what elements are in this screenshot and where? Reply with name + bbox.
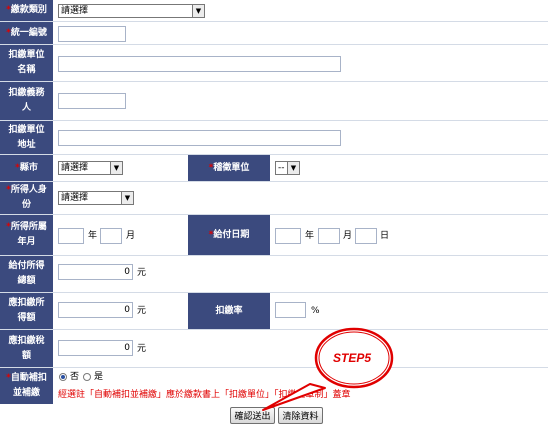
chevron-down-icon: ▼ (192, 5, 204, 17)
row-payment-type: * 繳款類別 請選擇 ▼ (0, 0, 548, 22)
row-withholding-income: 應扣繳所得額 0 元 扣繳率 % (0, 293, 548, 330)
withholder-name-input[interactable] (58, 56, 341, 72)
withholding-tax-label: 應扣繳稅額 (0, 330, 53, 367)
payment-year-unit: 年 (305, 231, 315, 241)
auto-supplement-label: *自動補扣並補繳 (0, 368, 53, 404)
auto-supplement-no-label: 否 (70, 372, 80, 382)
withholder-name-label: 扣繳單位名稱 (0, 45, 53, 81)
city-select[interactable]: 請選擇 ▼ (58, 161, 123, 175)
payment-type-label: * 繳款類別 (0, 0, 53, 21)
withholding-tax-unit: 元 (137, 344, 147, 354)
payment-type-select[interactable]: 請選擇 ▼ (58, 4, 205, 18)
total-income-unit: 元 (137, 268, 147, 278)
income-month-input[interactable] (100, 228, 122, 244)
income-period-label: *所得所屬年月 (0, 215, 53, 255)
auto-supplement-no-radio[interactable] (59, 373, 67, 381)
total-income-input[interactable]: 0 (58, 264, 133, 280)
withholding-rate-input[interactable] (275, 302, 306, 318)
total-income-label: 給付所得總額 (0, 256, 53, 292)
row-income-period: *所得所屬年月 年 月 * 給付日期 年 月 日 (0, 215, 548, 256)
income-identity-label: *所得人身份 (0, 182, 53, 214)
payment-month-unit: 月 (343, 231, 353, 241)
auto-supplement-yes-radio[interactable] (83, 373, 91, 381)
tax-office-select[interactable]: -- ▼ (275, 161, 300, 175)
row-withholder-person: 扣繳義務人 (0, 82, 548, 121)
row-withholder-name: 扣繳單位名稱 (0, 45, 548, 82)
income-identity-select[interactable]: 請選擇 ▼ (58, 191, 134, 205)
row-city: * 縣市 請選擇 ▼ * 稽徵單位 -- ▼ (0, 155, 548, 182)
tax-office-label: * 稽徵單位 (188, 155, 270, 181)
withholder-address-input[interactable] (58, 130, 341, 146)
withholder-address-label: 扣繳單位地址 (0, 121, 53, 154)
withholder-person-input[interactable] (58, 93, 126, 109)
payment-year-input[interactable] (275, 228, 301, 244)
city-label: * 縣市 (0, 155, 53, 181)
auto-supplement-note: 經選註「自動補扣並補繳」應於繳款書上「扣繳單位」「扣繳查章制」蓋章 (58, 390, 351, 400)
clear-button[interactable]: 清除資料 (278, 407, 323, 424)
income-year-unit: 年 (88, 231, 98, 241)
tax-id-input[interactable] (58, 26, 126, 42)
auto-supplement-yes-label: 是 (94, 372, 104, 382)
income-month-unit: 月 (126, 231, 136, 241)
submit-button[interactable]: 確認送出 (230, 407, 275, 424)
withholding-rate-unit: % (311, 306, 320, 316)
chevron-down-icon: ▼ (287, 162, 299, 174)
row-income-identity: *所得人身份 請選擇 ▼ (0, 182, 548, 215)
row-total-income: 給付所得總額 0 元 (0, 256, 548, 293)
withholding-tax-input[interactable]: 0 (58, 340, 133, 356)
row-withholding-tax: 應扣繳稅額 0 元 (0, 330, 548, 368)
payment-day-unit: 日 (380, 231, 390, 241)
tax-id-label: * 統一編號 (0, 22, 53, 44)
payment-day-input[interactable] (355, 228, 377, 244)
chevron-down-icon: ▼ (110, 162, 122, 174)
withholding-income-unit: 元 (137, 306, 147, 316)
payment-month-input[interactable] (318, 228, 340, 244)
withholder-person-label: 扣繳義務人 (0, 82, 53, 120)
row-tax-id: * 統一編號 (0, 22, 548, 45)
row-withholder-address: 扣繳單位地址 (0, 121, 548, 155)
payment-date-label: * 給付日期 (188, 215, 270, 255)
withholding-income-input[interactable]: 0 (58, 302, 133, 318)
chevron-down-icon: ▼ (121, 192, 133, 204)
withholding-income-label: 應扣繳所得額 (0, 293, 53, 329)
withholding-rate-label: 扣繳率 (188, 293, 270, 329)
income-year-input[interactable] (58, 228, 84, 244)
